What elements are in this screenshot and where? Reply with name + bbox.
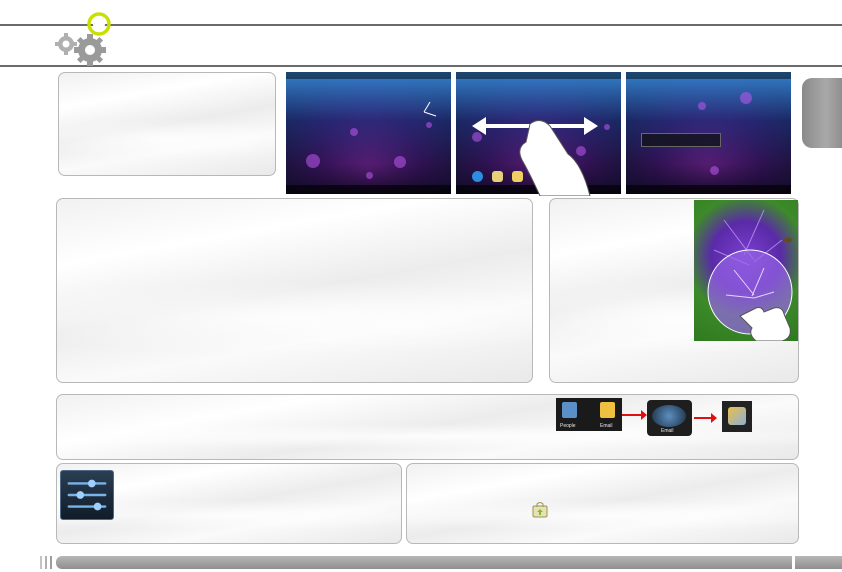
header-top-rule xyxy=(0,24,842,26)
created-folder-icon xyxy=(722,401,752,432)
chapter-side-tab xyxy=(802,78,842,148)
email-label: Email xyxy=(600,423,613,429)
intro-text-panel xyxy=(58,72,276,176)
header-bottom-rule xyxy=(0,65,842,67)
arrow-right-icon xyxy=(694,413,717,423)
people-label: People xyxy=(560,423,576,429)
market-bag-icon xyxy=(532,502,548,518)
people-app-icon xyxy=(562,402,577,418)
analog-clock-icon xyxy=(423,101,437,117)
hand-swipe-icon xyxy=(472,117,598,196)
footer-stripes xyxy=(40,556,52,569)
lock-ring-icon xyxy=(641,133,721,147)
navigation-bar xyxy=(286,185,451,194)
settings-sliders-icon xyxy=(60,470,114,520)
home-screen-screenshot xyxy=(286,72,451,194)
status-bar xyxy=(456,72,621,79)
market-text-panel xyxy=(406,463,799,544)
pinch-hand-icon xyxy=(739,307,791,341)
folder-creation-step: Email xyxy=(647,400,692,436)
main-text-panel xyxy=(56,198,533,383)
arrow-right-icon xyxy=(622,410,647,420)
navigation-bar xyxy=(626,185,791,194)
allium-flower-photo xyxy=(694,200,798,341)
status-bar xyxy=(286,72,451,79)
folder-icon xyxy=(728,407,746,425)
folder-label: Email xyxy=(661,428,674,434)
status-bar xyxy=(626,72,791,79)
folder-ring-icon xyxy=(652,405,686,427)
footer-bar xyxy=(56,556,792,569)
footer-page-tab xyxy=(795,556,842,569)
apps-before-folder: People Email xyxy=(556,398,622,431)
settings-gears-icon xyxy=(55,12,111,66)
email-app-icon xyxy=(600,402,615,418)
